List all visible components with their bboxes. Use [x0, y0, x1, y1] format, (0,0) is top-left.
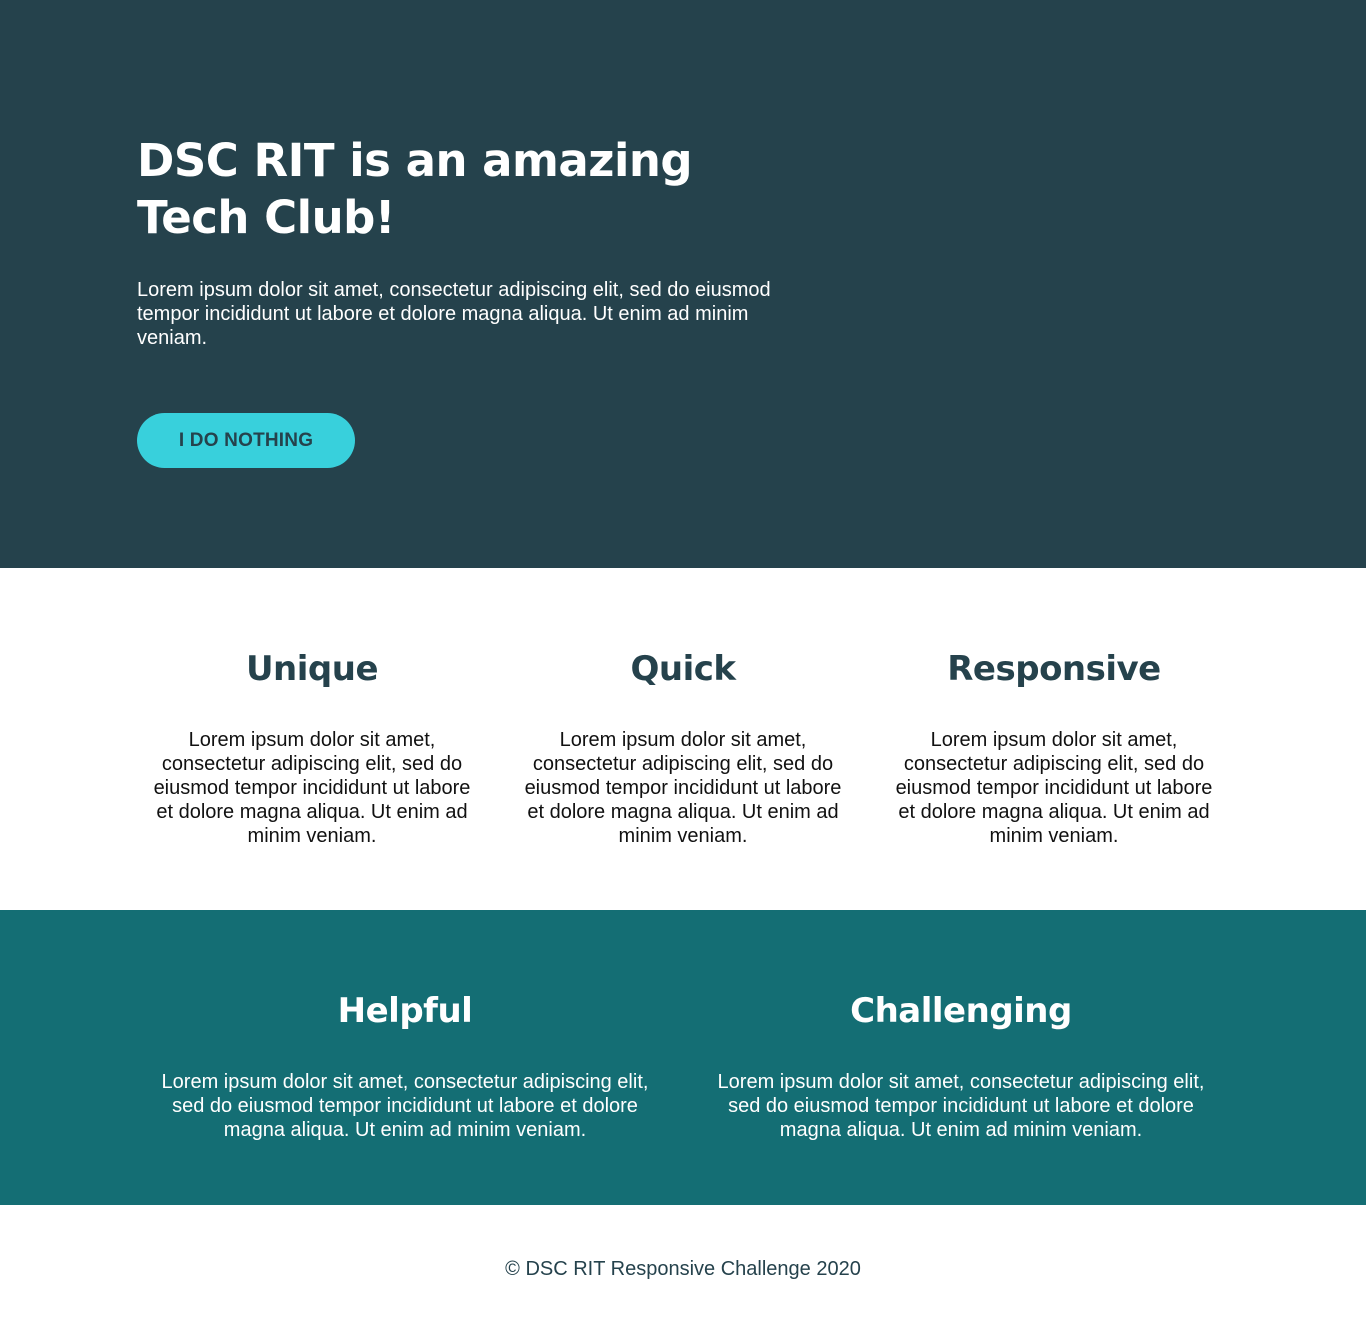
feature-card-responsive: Responsive Lorem ipsum dolor sit amet, c… — [879, 648, 1229, 848]
highlight-title: Helpful — [337, 991, 473, 1031]
features-section: Unique Lorem ipsum dolor sit amet, conse… — [0, 568, 1366, 910]
feature-title: Unique — [245, 649, 379, 689]
i-do-nothing-button[interactable]: I DO NOTHING — [137, 413, 355, 468]
page-footer: © DSC RIT Responsive Challenge 2020 — [0, 1205, 1366, 1333]
hero-section: DSC RIT is an amazing Tech Club! Lorem i… — [0, 0, 1366, 568]
feature-title: Responsive — [947, 649, 1161, 689]
highlights-section: Helpful Lorem ipsum dolor sit amet, cons… — [0, 910, 1366, 1205]
highlight-card-challenging: Challenging Lorem ipsum dolor sit amet, … — [701, 990, 1221, 1142]
feature-title: Quick — [630, 649, 736, 689]
hero-description: Lorem ipsum dolor sit amet, consectetur … — [137, 279, 771, 349]
hero-title: DSC RIT is an amazing Tech Club! — [137, 134, 693, 244]
feature-card-unique: Unique Lorem ipsum dolor sit amet, conse… — [137, 648, 487, 848]
highlight-text: Lorem ipsum dolor sit amet, consectetur … — [161, 1071, 649, 1141]
highlight-text: Lorem ipsum dolor sit amet, consectetur … — [717, 1071, 1205, 1141]
feature-text: Lorem ipsum dolor sit amet, consectetur … — [895, 729, 1213, 847]
feature-text: Lorem ipsum dolor sit amet, consectetur … — [153, 729, 471, 847]
feature-text: Lorem ipsum dolor sit amet, consectetur … — [524, 729, 842, 847]
highlight-card-helpful: Helpful Lorem ipsum dolor sit amet, cons… — [145, 990, 665, 1142]
feature-card-quick: Quick Lorem ipsum dolor sit amet, consec… — [508, 648, 858, 848]
footer-copyright: © DSC RIT Responsive Challenge 2020 — [505, 1258, 861, 1280]
highlight-title: Challenging — [850, 991, 1072, 1031]
